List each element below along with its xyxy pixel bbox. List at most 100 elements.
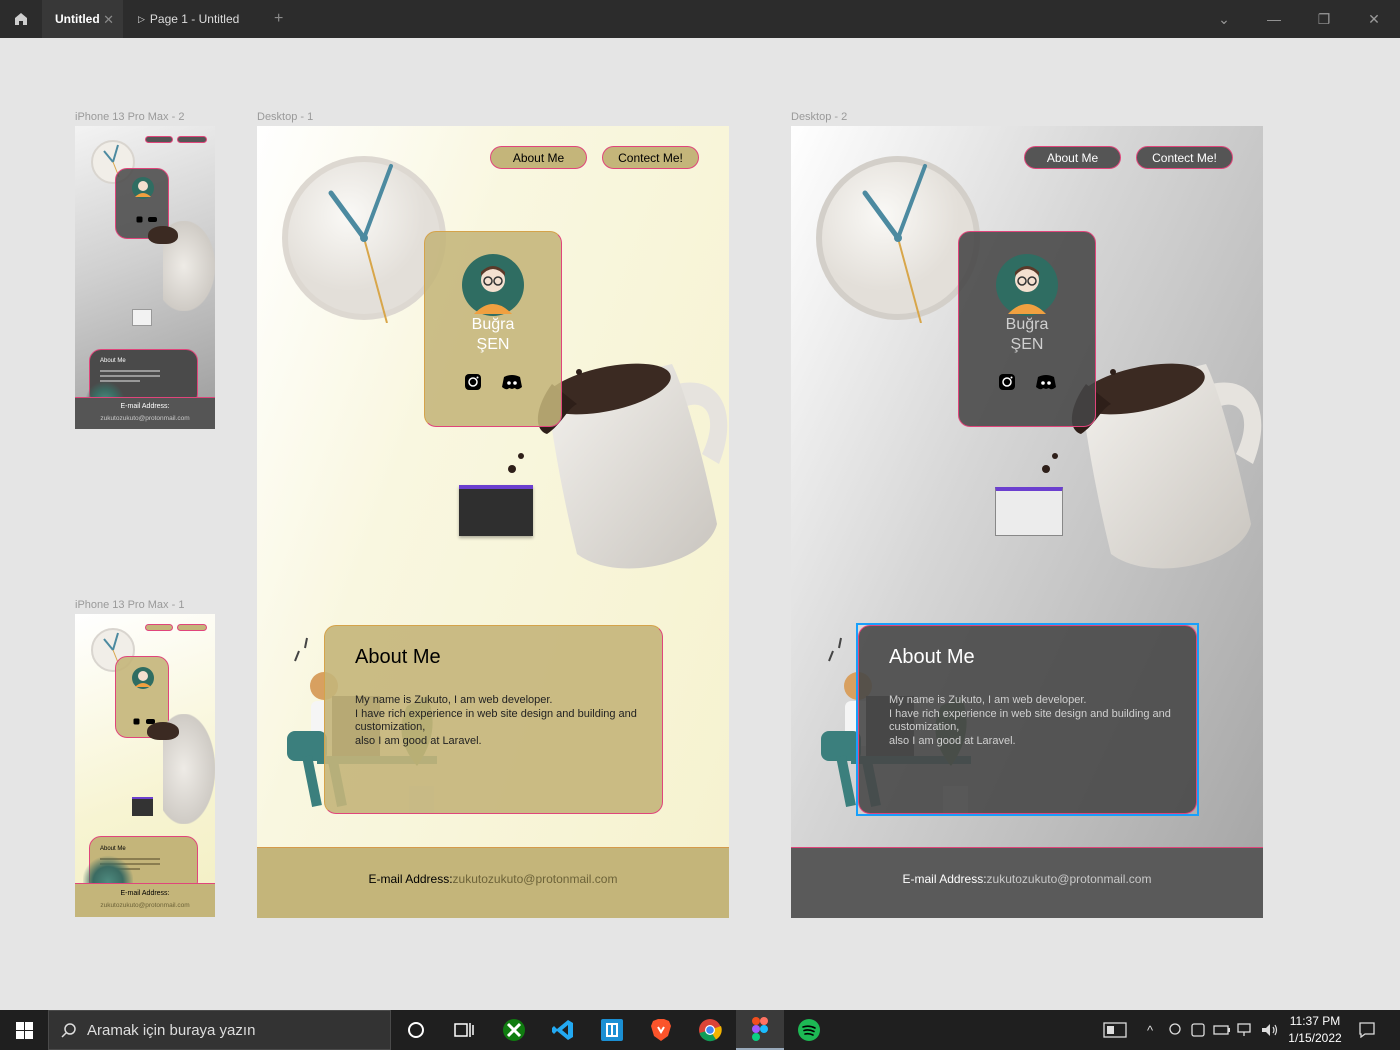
about-me-title: About Me	[355, 646, 441, 668]
discord-icon[interactable]	[501, 373, 523, 391]
email-value-mini: zukutozukuto@protonmail.com	[100, 902, 190, 909]
tab-close-icon[interactable]: ✕	[103, 12, 114, 28]
avatar	[132, 177, 154, 199]
coffee-splash-illustration	[148, 226, 178, 244]
frame-label-desktop-2[interactable]: Desktop - 2	[791, 111, 847, 123]
instagram-icon[interactable]	[133, 718, 140, 725]
search-placeholder: Aramak için buraya yazın	[87, 1021, 256, 1039]
instagram-icon[interactable]	[136, 216, 143, 223]
frame-label-iphone-2[interactable]: iPhone 13 Pro Max - 2	[75, 111, 184, 123]
avatar	[996, 254, 1058, 316]
frame-label-iphone-1[interactable]: iPhone 13 Pro Max - 1	[75, 599, 184, 611]
contact-me-button[interactable]: Contect Me!	[602, 146, 699, 169]
footer: E-mail Address:zukutozukuto@protonmail.c…	[257, 847, 729, 918]
play-icon: ▷	[138, 13, 145, 24]
taskbar: Aramak için buraya yazın ^ 11:37 PM 1/15…	[0, 1010, 1400, 1050]
email-value[interactable]: zukutozukuto@protonmail.com	[453, 872, 618, 886]
about-me-title: About Me	[889, 646, 975, 668]
brave-icon[interactable]	[637, 1010, 685, 1050]
profile-last-name: ŞEN	[1010, 336, 1044, 353]
footer-mini: E-mail Address: zukutozukuto@protonmail.…	[75, 883, 215, 917]
frame-desktop-1[interactable]: About Me Contect Me! Buğra ŞEN About Me …	[257, 126, 729, 918]
notifications-icon[interactable]	[1352, 1010, 1382, 1050]
email-label: E-mail Address:	[902, 872, 987, 886]
contact-button-mini[interactable]	[177, 624, 207, 631]
about-me-button[interactable]: About Me	[1024, 146, 1121, 169]
news-icon[interactable]	[1100, 1010, 1130, 1050]
home-button[interactable]	[0, 0, 42, 38]
close-window-button[interactable]: ✕	[1349, 0, 1399, 38]
email-label-mini: E-mail Address:	[120, 403, 170, 410]
title-bar: Untitled ✕ ▷ Page 1 - Untitled + ⌄ — ❐ ✕	[0, 0, 1400, 38]
battery-icon[interactable]	[1211, 1010, 1233, 1050]
figma-icon[interactable]	[736, 1010, 784, 1050]
contact-button-mini[interactable]	[177, 136, 207, 143]
volume-icon[interactable]	[1259, 1010, 1281, 1050]
app-icon[interactable]	[588, 1010, 636, 1050]
profile-first-name: Buğra	[471, 316, 515, 333]
discord-icon[interactable]	[148, 216, 157, 223]
about-me-card: About Me My name is Zukuto, I am web dev…	[324, 625, 663, 814]
minimize-button[interactable]: —	[1249, 0, 1299, 38]
email-value[interactable]: zukutozukuto@protonmail.com	[987, 872, 1152, 886]
contact-me-button[interactable]: Contect Me!	[1136, 146, 1233, 169]
taskbar-search[interactable]: Aramak için buraya yazın	[48, 1010, 391, 1050]
instagram-icon[interactable]	[998, 373, 1016, 391]
profile-last-name: ŞEN	[476, 336, 510, 353]
profile-first-name: Buğra	[1005, 316, 1049, 333]
frame-iphone-2[interactable]: About Me E-mail Address: zukutozukuto@pr…	[75, 126, 215, 429]
about-line-2: I have rich experience in web site desig…	[889, 707, 1171, 720]
start-button[interactable]	[0, 1010, 48, 1050]
chevron-up-icon[interactable]: ^	[1140, 1010, 1160, 1050]
about-me-card[interactable]: About Me My name is Zukuto, I am web dev…	[858, 625, 1197, 814]
profile-card: Buğra ŞEN	[424, 231, 562, 427]
task-view-icon[interactable]	[440, 1010, 488, 1050]
browser-window-icon	[132, 309, 152, 326]
about-me-text: My name is Zukuto, I am web developer. I…	[355, 694, 655, 748]
frame-label-desktop-1[interactable]: Desktop - 1	[257, 111, 313, 123]
clock-time: 11:37 PM	[1289, 1014, 1341, 1028]
footer-email: E-mail Address:zukutozukuto@protonmail.c…	[791, 872, 1263, 886]
home-icon	[15, 13, 27, 25]
about-title-mini: About Me	[100, 358, 126, 364]
xbox-icon[interactable]	[490, 1010, 538, 1050]
spotify-icon[interactable]	[785, 1010, 833, 1050]
vscode-icon[interactable]	[539, 1010, 587, 1050]
design-canvas[interactable]: iPhone 13 Pro Max - 2 About Me E-mail Ad…	[0, 38, 1400, 1009]
frame-desktop-2[interactable]: About Me Contect Me! Buğra ŞEN About Me …	[791, 126, 1263, 918]
windows-icon	[15, 1021, 33, 1039]
frame-iphone-1[interactable]: About Me E-mail Address: zukutozukuto@pr…	[75, 614, 215, 917]
restore-button[interactable]: ❐	[1299, 0, 1349, 38]
cortana-icon[interactable]	[392, 1010, 440, 1050]
network-icon[interactable]	[1235, 1010, 1257, 1050]
coffee-splash-illustration	[147, 722, 179, 740]
sync-icon[interactable]	[1188, 1010, 1208, 1050]
about-line-3: customization,	[355, 721, 426, 733]
tab-untitled[interactable]: Untitled ✕	[42, 0, 123, 38]
browser-window-icon	[995, 487, 1063, 536]
about-line-4: also I am good at Laravel.	[889, 734, 1016, 747]
about-line-1: My name is Zukuto, I am web developer.	[355, 694, 553, 706]
search-icon	[61, 1023, 76, 1038]
new-tab-button[interactable]: +	[274, 10, 283, 28]
chrome-icon[interactable]	[686, 1010, 734, 1050]
avatar	[462, 254, 524, 316]
browser-window-icon	[459, 485, 533, 536]
about-me-button[interactable]: About Me	[490, 146, 587, 169]
chevron-down-icon[interactable]: ⌄	[1199, 0, 1249, 38]
webcam-icon[interactable]	[1165, 1010, 1185, 1050]
about-button-mini[interactable]	[145, 624, 173, 631]
about-title-mini: About Me	[100, 846, 126, 852]
clock-date: 1/15/2022	[1288, 1031, 1342, 1045]
footer-email: E-mail Address:zukutozukuto@protonmail.c…	[257, 872, 729, 886]
instagram-icon[interactable]	[464, 373, 482, 391]
tab-untitled-label: Untitled	[55, 12, 100, 26]
tab-page-1[interactable]: ▷ Page 1 - Untitled	[138, 0, 239, 38]
discord-icon[interactable]	[1035, 373, 1057, 391]
about-button-mini[interactable]	[145, 136, 173, 143]
avatar	[132, 667, 154, 689]
about-line-2: I have rich experience in web site desig…	[355, 707, 637, 720]
email-label-mini: E-mail Address:	[120, 890, 170, 897]
about-me-text: My name is Zukuto, I am web developer. I…	[889, 694, 1189, 748]
taskbar-clock[interactable]: 11:37 PM 1/15/2022	[1282, 1013, 1348, 1047]
